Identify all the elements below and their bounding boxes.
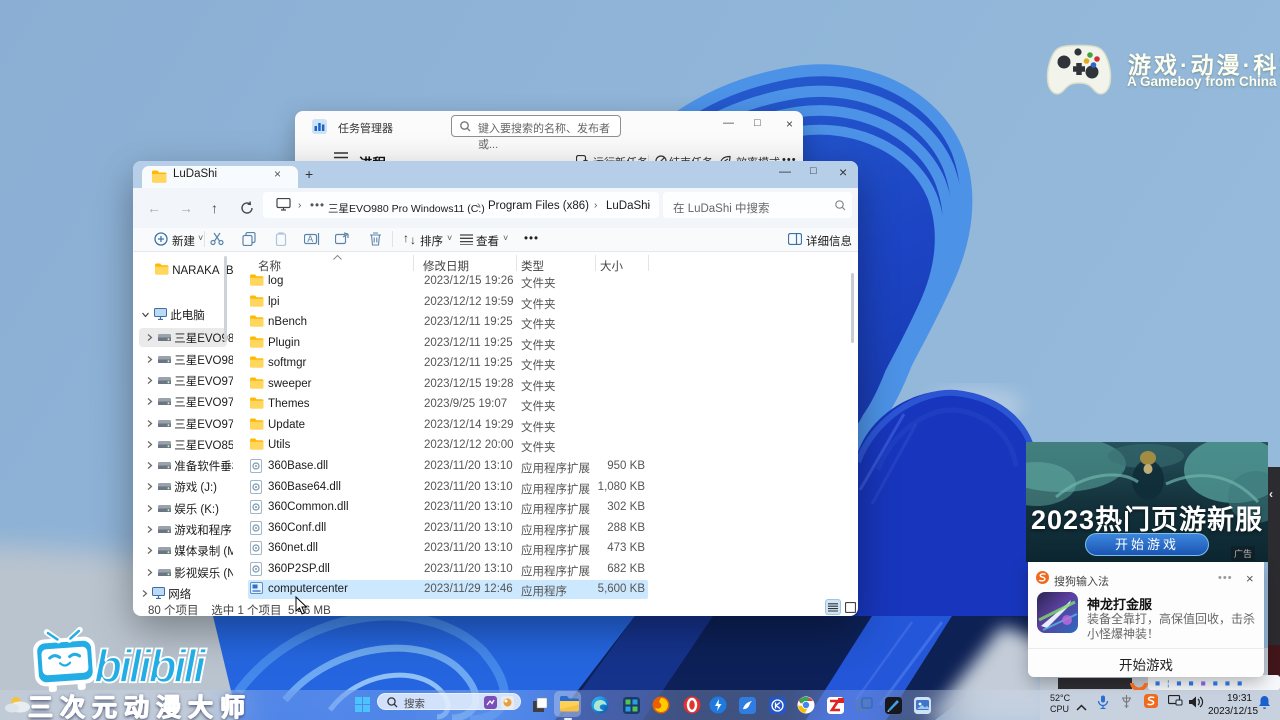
svg-text:bilibili: bilibili	[94, 640, 207, 692]
svg-text:A: A	[307, 234, 313, 244]
